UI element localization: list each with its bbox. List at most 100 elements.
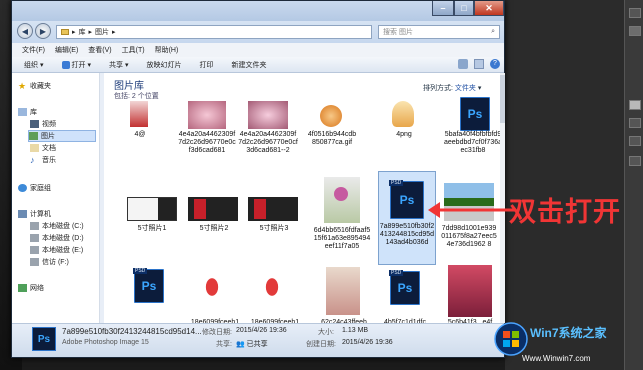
menu-help[interactable]: 帮助(H): [155, 45, 179, 55]
details-filename: 7a899e510fb30f2413244815cd95d14...: [62, 327, 202, 336]
nav-drive-d[interactable]: 本地磁盘 (D:): [30, 233, 84, 243]
nav-drive-c[interactable]: 本地磁盘 (C:): [30, 221, 84, 231]
search-icon: ⌕: [491, 28, 495, 35]
chevron-down-icon: ▾: [87, 61, 92, 69]
maximize-button[interactable]: □: [454, 1, 474, 16]
breadcrumb-library[interactable]: 库: [79, 27, 86, 37]
minimize-button[interactable]: –: [432, 1, 454, 16]
ps-panel-button[interactable]: [629, 100, 641, 110]
organize-button[interactable]: 组织 ▾: [24, 60, 44, 70]
details-modified-label: 修改日期:: [202, 329, 232, 336]
search-placeholder: 搜索 图片: [383, 29, 413, 36]
address-bar[interactable]: ▸ 库 ▸ 图片 ▸: [56, 25, 372, 39]
file-thumbnail[interactable]: [248, 197, 298, 221]
folder-icon: [61, 29, 69, 35]
file-name[interactable]: 5寸照片1: [124, 225, 180, 233]
preview-pane-icon[interactable]: [474, 59, 484, 69]
help-icon[interactable]: ?: [490, 59, 500, 69]
breadcrumb-separator-icon: ▸: [72, 29, 76, 36]
nav-drive-e[interactable]: 本地磁盘 (E:): [30, 245, 83, 255]
breadcrumb-pictures[interactable]: 图片: [95, 27, 109, 37]
arrange-value: 文件夹: [454, 85, 476, 92]
file-name[interactable]: 7dd98d1001e939011675f8a27eec54e736d1962 …: [440, 225, 498, 249]
print-button[interactable]: 打印: [200, 60, 214, 70]
scrollbar-thumb[interactable]: [500, 75, 505, 123]
open-label: 打开: [71, 61, 86, 69]
share-button[interactable]: 共享 ▾: [109, 60, 129, 70]
photoshop-file-icon[interactable]: Ps PSD: [389, 270, 420, 305]
new-folder-button[interactable]: 新建文件夹: [232, 60, 267, 70]
nav-pictures[interactable]: 图片: [28, 130, 96, 142]
nav-libraries[interactable]: 库: [18, 107, 37, 117]
nav-music[interactable]: ♪ 音乐: [30, 155, 56, 165]
file-name[interactable]: 4@: [120, 131, 160, 139]
nav-documents[interactable]: 文档: [30, 143, 56, 153]
open-button[interactable]: 打开 ▾: [61, 60, 92, 70]
photoshop-file-icon[interactable]: Ps PSD: [133, 268, 164, 303]
photoshop-file-icon[interactable]: Ps PSD: [389, 180, 424, 219]
nav-drive-e-label: 本地磁盘 (E:): [42, 247, 84, 254]
view-controls: ?: [458, 59, 500, 69]
search-input[interactable]: 搜索 图片 ⌕: [378, 25, 500, 39]
close-button[interactable]: ✕: [474, 1, 504, 16]
share-label: 共享: [109, 61, 124, 69]
file-name[interactable]: 5bafa40f4bfbfbfd9aeebdbd7cf0f736aec31fb8: [444, 131, 502, 155]
menu-edit[interactable]: 编辑(E): [55, 45, 78, 55]
chinese-knot-thumbnail[interactable]: [258, 267, 286, 307]
ps-panel-button[interactable]: [629, 26, 641, 36]
file-thumbnail[interactable]: [448, 265, 492, 317]
menu-file[interactable]: 文件(F): [22, 45, 45, 55]
nav-videos[interactable]: 视频: [30, 119, 56, 129]
navigation-pane: ★ 收藏夹 库 视频 图片 文档 ♪ 音乐 家庭组 计算机 本地磁盘 (C:) 本地…: [12, 73, 100, 323]
file-thumbnail[interactable]: [392, 101, 414, 127]
nav-network[interactable]: 网络: [18, 283, 44, 293]
slideshow-button[interactable]: 放映幻灯片: [147, 60, 182, 70]
ps-panel-button[interactable]: [629, 118, 641, 128]
chinese-knot-thumbnail[interactable]: [198, 267, 226, 307]
file-name-selected[interactable]: 7a899e510fb30f2413244815cd95d143ad4b036d: [379, 223, 435, 247]
back-button[interactable]: ◀: [17, 23, 33, 39]
documents-icon: [30, 144, 39, 152]
ps-panel-button[interactable]: [629, 8, 641, 18]
annotation-text: 双击打开: [509, 197, 621, 228]
file-thumbnail[interactable]: [326, 267, 360, 315]
photoshop-file-icon[interactable]: Ps: [460, 97, 490, 131]
nav-favorites-label: 收藏夹: [30, 83, 51, 90]
details-created-label: 创建日期:: [306, 341, 336, 348]
file-name[interactable]: 5寸照片2: [186, 225, 242, 233]
organize-label: 组织: [24, 61, 38, 69]
ps-panel-button[interactable]: [629, 136, 641, 146]
annotation-arrow: [428, 202, 516, 218]
file-thumbnail[interactable]: [127, 197, 177, 221]
file-name[interactable]: 4png: [382, 131, 426, 139]
nav-drive-f-label: 信访 (F:): [42, 259, 69, 266]
file-name[interactable]: 5寸照片3: [246, 225, 302, 233]
file-thumbnail[interactable]: [188, 101, 226, 129]
file-name[interactable]: 4e4a20a4462309f7d2c26d96770e0cf3d6cad681: [178, 131, 236, 155]
music-icon: ♪: [30, 155, 35, 165]
menu-tools[interactable]: 工具(T): [122, 45, 145, 55]
arrange-by[interactable]: 排列方式: 文件夹 ▾: [423, 83, 481, 93]
nav-drive-f[interactable]: 信访 (F:): [30, 257, 69, 267]
title-bar[interactable]: – □ ✕: [12, 1, 504, 21]
nav-computer[interactable]: 计算机: [18, 209, 51, 219]
nav-homegroup[interactable]: 家庭组: [18, 183, 51, 193]
nav-favorites[interactable]: ★ 收藏夹: [18, 81, 51, 91]
file-thumbnail[interactable]: [324, 177, 360, 223]
details-shared-label: 共享:: [216, 341, 232, 348]
menu-view[interactable]: 查看(V): [88, 45, 111, 55]
file-name[interactable]: 6d4bb6516fdfaaf515f61a63e895494eef11f7a0…: [312, 227, 372, 251]
view-options-icon[interactable]: [458, 59, 468, 69]
drive-icon: [30, 258, 39, 266]
breadcrumb-separator-icon: ▸: [112, 29, 116, 36]
forward-button[interactable]: ▶: [35, 23, 51, 39]
file-thumbnail[interactable]: [188, 197, 238, 221]
file-name[interactable]: 4e4a20a4462309f7d2c26d96770e0cf3d6cad681…: [238, 131, 298, 155]
file-thumbnail[interactable]: [248, 101, 288, 129]
library-subtitle[interactable]: 包括: 2 个位置: [114, 91, 159, 101]
ps-panel-button[interactable]: [629, 156, 641, 166]
file-name[interactable]: 4f0516b944cdb850877ca.gif: [306, 131, 358, 147]
file-thumbnail[interactable]: [130, 101, 148, 127]
details-modified: 2015/4/26 19:36: [236, 327, 287, 334]
file-thumbnail[interactable]: [320, 105, 342, 127]
